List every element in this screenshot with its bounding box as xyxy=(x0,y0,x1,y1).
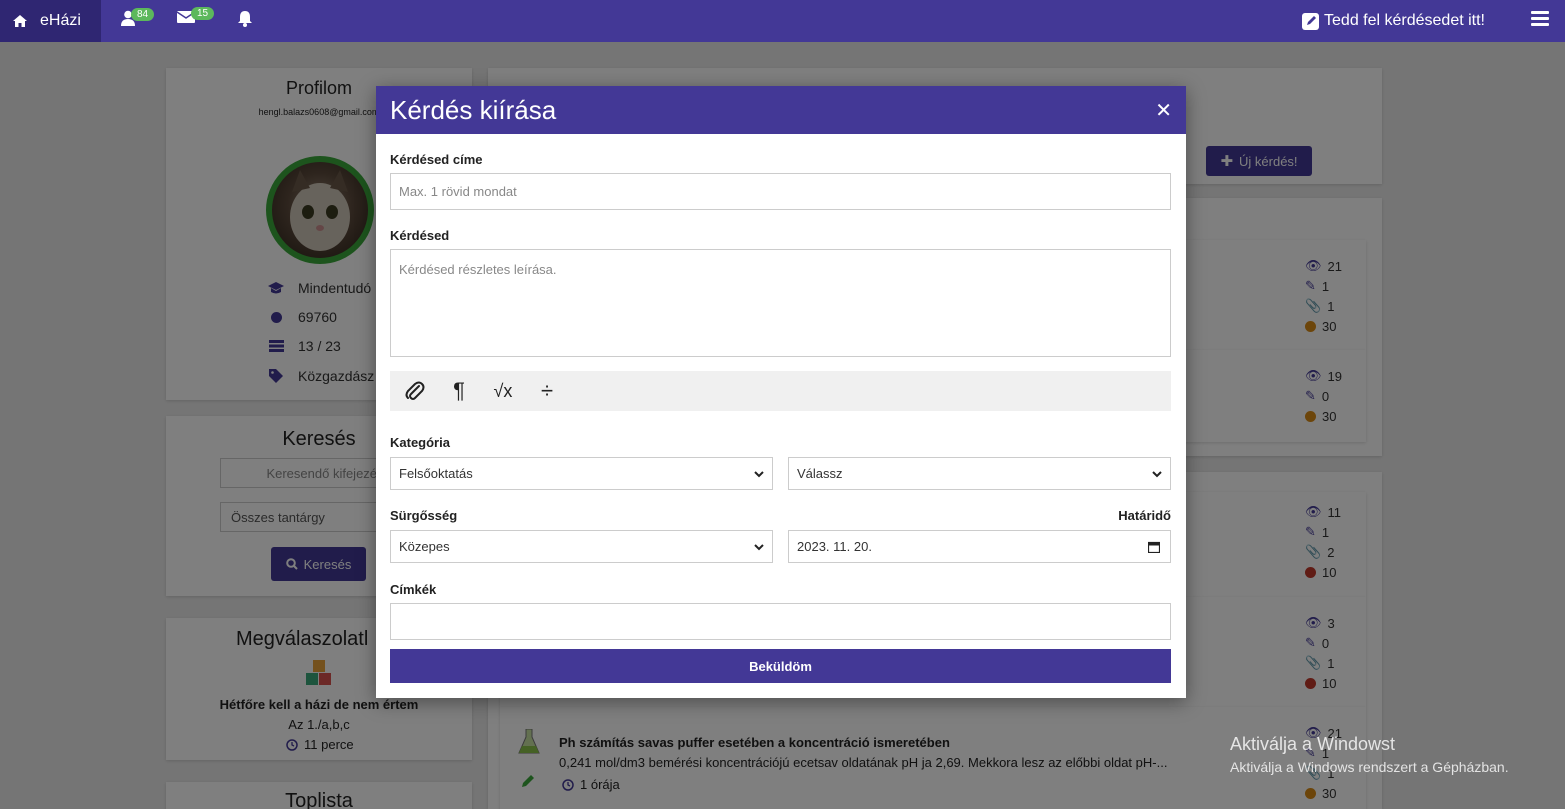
tags-input[interactable] xyxy=(390,603,1171,640)
chevron-down-icon xyxy=(754,470,764,477)
notifications-button[interactable] xyxy=(237,10,253,27)
friends-badge: 84 xyxy=(131,7,155,21)
messages-button[interactable]: 15 xyxy=(177,6,215,24)
messages-badge: 15 xyxy=(191,6,215,20)
tags-label: Címkék xyxy=(390,582,437,597)
category-value: Felsőoktatás xyxy=(399,466,473,481)
ask-question-link[interactable]: Tedd fel kérdésedet itt! xyxy=(1302,0,1485,42)
paragraph-icon[interactable]: ¶ xyxy=(446,378,472,404)
chevron-down-icon xyxy=(754,543,764,550)
submit-button[interactable]: Beküldöm xyxy=(390,649,1171,683)
deadline-label: Határidő xyxy=(1118,508,1171,523)
top-navbar: eHázi 84 15 Tedd fel kérdésedet itt! xyxy=(0,0,1565,42)
question-body-textarea[interactable]: Kérdésed részletes leírása. xyxy=(390,249,1171,357)
subcategory-select[interactable]: Válassz xyxy=(788,457,1171,490)
title-label: Kérdésed címe xyxy=(390,152,483,167)
windows-watermark-title: Aktiválja a Windowst xyxy=(1230,734,1396,754)
subcategory-value: Válassz xyxy=(797,466,843,481)
windows-watermark-subtitle: Aktiválja a Windows rendszert a Gépházba… xyxy=(1230,759,1509,775)
friends-button[interactable]: 84 xyxy=(121,7,155,26)
ask-question-label: Tedd fel kérdésedet itt! xyxy=(1324,12,1485,29)
bell-icon xyxy=(238,11,252,27)
close-icon[interactable]: ✕ xyxy=(1155,98,1172,123)
category-label: Kategória xyxy=(390,435,450,450)
ask-question-modal: Kérdés kiírása ✕ Kérdésed címe Max. 1 rö… xyxy=(376,86,1186,698)
pencil-square-icon xyxy=(1302,13,1320,30)
square-root-icon[interactable]: √x xyxy=(490,378,516,404)
chevron-down-icon xyxy=(1152,470,1162,477)
category-select[interactable]: Felsőoktatás xyxy=(390,457,773,490)
urgency-select[interactable]: Közepes xyxy=(390,530,773,563)
divide-icon[interactable]: ÷ xyxy=(534,378,560,404)
home-icon xyxy=(13,15,27,27)
question-title-input[interactable]: Max. 1 rövid mondat xyxy=(390,173,1171,210)
paperclip-icon[interactable] xyxy=(402,378,428,404)
brand-name: eHázi xyxy=(40,12,81,29)
editor-toolbar: ¶ √x ÷ xyxy=(390,371,1171,411)
body-label: Kérdésed xyxy=(390,228,450,243)
brand-link[interactable]: eHázi xyxy=(0,0,101,42)
menu-icon[interactable] xyxy=(1531,11,1549,27)
deadline-value: 2023. 11. 20. xyxy=(797,539,872,554)
deadline-date-input[interactable]: 2023. 11. 20. xyxy=(788,530,1171,563)
calendar-icon[interactable] xyxy=(1148,541,1160,553)
modal-title: Kérdés kiírása xyxy=(390,94,557,125)
urgency-label: Sürgősség xyxy=(390,508,458,523)
modal-header: Kérdés kiírása ✕ xyxy=(376,86,1186,134)
urgency-value: Közepes xyxy=(399,539,450,554)
